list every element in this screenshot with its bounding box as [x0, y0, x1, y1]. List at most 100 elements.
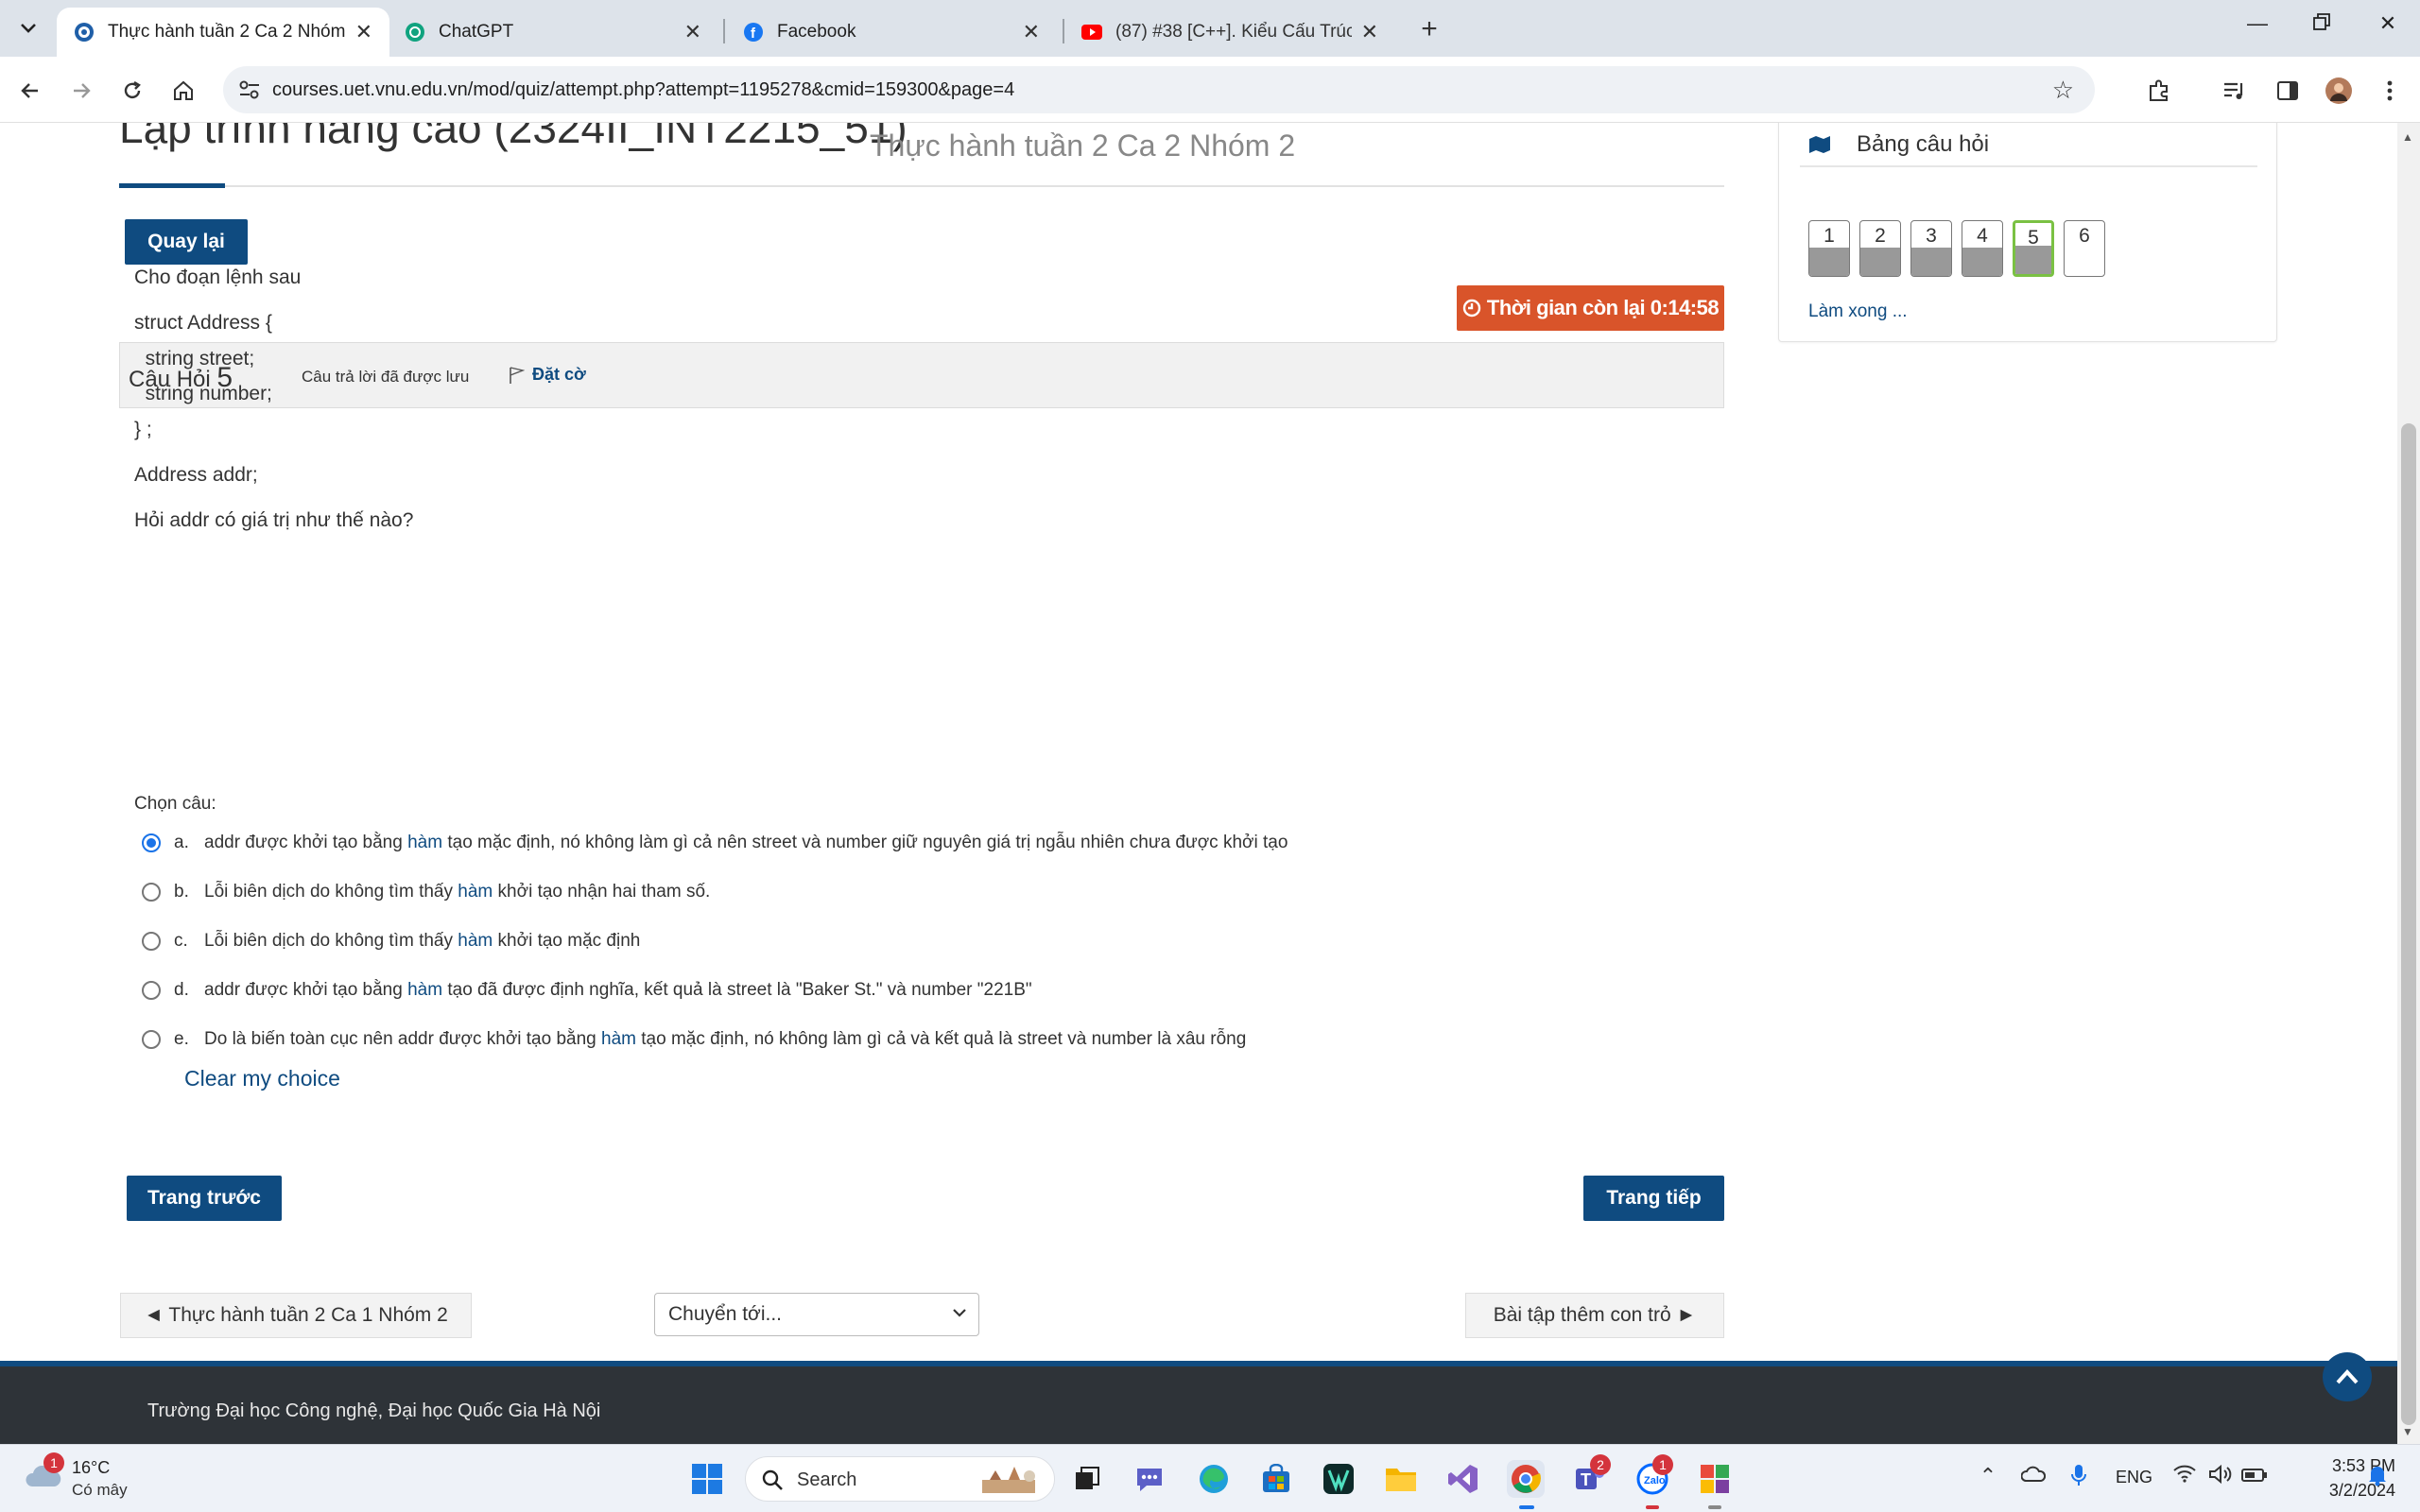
restore-icon[interactable]	[2303, 11, 2341, 36]
page-scrollbar[interactable]: ▲ ▼	[2397, 123, 2420, 1444]
chrome-icon[interactable]	[1507, 1460, 1545, 1498]
onedrive-icon[interactable]	[2019, 1464, 2048, 1488]
finish-attempt-link[interactable]: Làm xong ...	[1808, 301, 1908, 322]
scroll-down-arrow-icon[interactable]: ▼	[2402, 1425, 2413, 1438]
quiz-nav-question-5[interactable]: 5	[2013, 220, 2054, 277]
previous-activity-link[interactable]: ◄ Thực hành tuần 2 Ca 1 Nhóm 2	[120, 1293, 472, 1338]
volume-icon[interactable]	[2206, 1464, 2235, 1490]
answer-option-b[interactable]: b. Lỗi biên dịch do không tìm thấy hàm k…	[142, 877, 710, 907]
home-icon[interactable]	[166, 74, 200, 108]
taskbar-search[interactable]: Search	[745, 1456, 1055, 1502]
site-settings-icon[interactable]	[238, 79, 261, 100]
microphone-icon[interactable]	[2065, 1464, 2093, 1492]
quiz-nav-question-2[interactable]: 2	[1859, 220, 1901, 277]
close-tab-icon[interactable]: ✕	[1361, 20, 1378, 44]
weather-temperature[interactable]: 16°C	[72, 1458, 110, 1478]
tab-youtube[interactable]: (87) #38 [C++]. Kiểu Cấu Trúc T ✕	[1064, 8, 1395, 57]
visual-studio-icon[interactable]	[1444, 1460, 1482, 1498]
tab-moodle-quiz[interactable]: Thực hành tuần 2 Ca 2 Nhóm 2 ✕	[57, 8, 389, 57]
scrollbar-thumb[interactable]	[2401, 423, 2416, 1425]
input-language[interactable]: ENG	[2116, 1468, 2152, 1487]
course-title: Lập trình nâng cao (2324II_INT2215_51)	[119, 123, 908, 152]
previous-page-button[interactable]: Trang trước	[127, 1176, 282, 1221]
notification-bell-icon[interactable]	[2363, 1464, 2392, 1492]
question-info: Câu Hỏi 5 Câu trả lời đã được lưu Đặt cờ	[119, 342, 1724, 408]
battery-icon[interactable]	[2240, 1464, 2269, 1488]
answer-keyword-link[interactable]: hàm	[458, 931, 493, 951]
answer-letter: b.	[174, 882, 189, 902]
extensions-icon[interactable]	[2142, 74, 2176, 108]
chat-app-icon[interactable]	[1131, 1460, 1168, 1498]
answer-keyword-link[interactable]: hàm	[458, 882, 493, 902]
timer-text: Thời gian còn lại 0:14:58	[1486, 296, 1720, 319]
back-to-top-button[interactable]	[2323, 1352, 2372, 1401]
answer-keyword-link[interactable]: hàm	[407, 833, 442, 852]
answer-option-d[interactable]: d. addr được khởi tạo bằng hàm tạo đã đư…	[142, 975, 1032, 1005]
next-activity-link[interactable]: Bài tập thêm con trỏ ►	[1465, 1293, 1724, 1338]
minimize-icon[interactable]: —	[2238, 11, 2276, 36]
close-tab-icon[interactable]: ✕	[355, 20, 372, 44]
answer-option-e[interactable]: e. Do là biến toàn cục nên addr được khở…	[142, 1024, 1246, 1055]
url-text[interactable]: courses.uet.vnu.edu.vn/mod/quiz/attempt.…	[272, 79, 1014, 101]
weather-description[interactable]: Có mây	[72, 1481, 128, 1500]
answer-text: Lỗi biên dịch do không tìm thấy hàm khởi…	[204, 882, 711, 902]
reload-icon[interactable]	[115, 74, 149, 108]
clear-choice-link[interactable]: Clear my choice	[184, 1066, 340, 1091]
back-arrow-icon[interactable]	[13, 74, 47, 108]
edge-browser-icon[interactable]	[1195, 1460, 1233, 1498]
next-page-button[interactable]: Trang tiếp	[1583, 1176, 1724, 1221]
tab-title: (87) #38 [C++]. Kiểu Cấu Trúc T	[1115, 22, 1352, 42]
answer-radio[interactable]	[142, 981, 161, 1000]
running-app-indicator	[1646, 1505, 1659, 1509]
profile-avatar[interactable]	[2322, 74, 2356, 108]
show-hidden-icons-chevron-icon[interactable]: ⌃	[1974, 1464, 2002, 1488]
forward-arrow-icon[interactable]	[64, 74, 98, 108]
scroll-up-arrow-icon[interactable]: ▲	[2402, 130, 2413, 144]
answer-option-c[interactable]: c. Lỗi biên dịch do không tìm thấy hàm k…	[142, 926, 640, 956]
answer-letter: e.	[174, 1029, 189, 1049]
microsoft-store-icon[interactable]	[1257, 1460, 1295, 1498]
tab-search-chevron-icon[interactable]	[13, 13, 43, 43]
file-explorer-icon[interactable]	[1382, 1460, 1420, 1498]
answer-radio[interactable]	[142, 883, 161, 902]
course-subtitle: Thực hành tuần 2 Ca 2 Nhóm 2	[870, 129, 1296, 163]
answer-radio[interactable]	[142, 1030, 161, 1049]
predator-sense-icon[interactable]	[1320, 1460, 1357, 1498]
task-view-icon[interactable]	[1068, 1460, 1106, 1498]
app-grid-icon[interactable]	[1696, 1460, 1734, 1498]
quiz-nav-question-6[interactable]: 6	[2064, 220, 2105, 277]
close-tab-icon[interactable]: ✕	[684, 20, 701, 44]
bookmark-star-icon[interactable]: ☆	[2052, 76, 2074, 105]
facebook-icon: f	[743, 22, 764, 43]
quiz-nav-question-3[interactable]: 3	[1910, 220, 1952, 277]
jump-to-select[interactable]: Chuyển tới...	[654, 1293, 979, 1336]
new-tab-icon[interactable]: +	[1414, 13, 1444, 45]
quiz-nav-question-1[interactable]: 1	[1808, 220, 1850, 277]
windows-start-icon[interactable]	[688, 1460, 726, 1498]
wifi-icon[interactable]	[2170, 1464, 2199, 1488]
close-window-icon[interactable]: ✕	[2369, 11, 2407, 36]
svg-text:Zalo: Zalo	[1644, 1475, 1666, 1486]
answer-keyword-link[interactable]: hàm	[601, 1029, 636, 1049]
quiz-nav-question-4[interactable]: 4	[1962, 220, 2003, 277]
tab-chatgpt[interactable]: ChatGPT ✕	[388, 8, 718, 57]
code-line: string number;	[134, 383, 272, 404]
chevron-up-icon	[2336, 1369, 2359, 1384]
title-divider-accent	[119, 183, 225, 188]
close-tab-icon[interactable]: ✕	[1023, 20, 1040, 44]
back-button[interactable]: Quay lại	[125, 219, 248, 265]
side-panel-icon[interactable]	[2271, 74, 2305, 108]
answer-radio[interactable]	[142, 833, 161, 852]
windows-taskbar: 1 16°C Có mây Search T 2 Zalo 1 ⌃ ENG 3:…	[0, 1444, 2420, 1512]
tab-facebook[interactable]: f Facebook ✕	[726, 8, 1057, 57]
browser-menu-icon[interactable]	[2373, 74, 2407, 108]
answer-text: addr được khởi tạo bằng hàm tạo đã được …	[204, 980, 1032, 1000]
answer-option-a[interactable]: a. addr được khởi tạo bằng hàm tạo mặc đ…	[142, 828, 1288, 858]
answer-keyword-link[interactable]: hàm	[407, 980, 442, 1000]
address-bar[interactable]: courses.uet.vnu.edu.vn/mod/quiz/attempt.…	[223, 66, 2095, 113]
media-control-icon[interactable]	[2218, 74, 2252, 108]
answer-radio[interactable]	[142, 932, 161, 951]
chevron-down-icon	[952, 1303, 967, 1323]
code-line: } ;	[134, 419, 152, 440]
flag-question-button[interactable]: Đặt cờ	[508, 364, 586, 385]
